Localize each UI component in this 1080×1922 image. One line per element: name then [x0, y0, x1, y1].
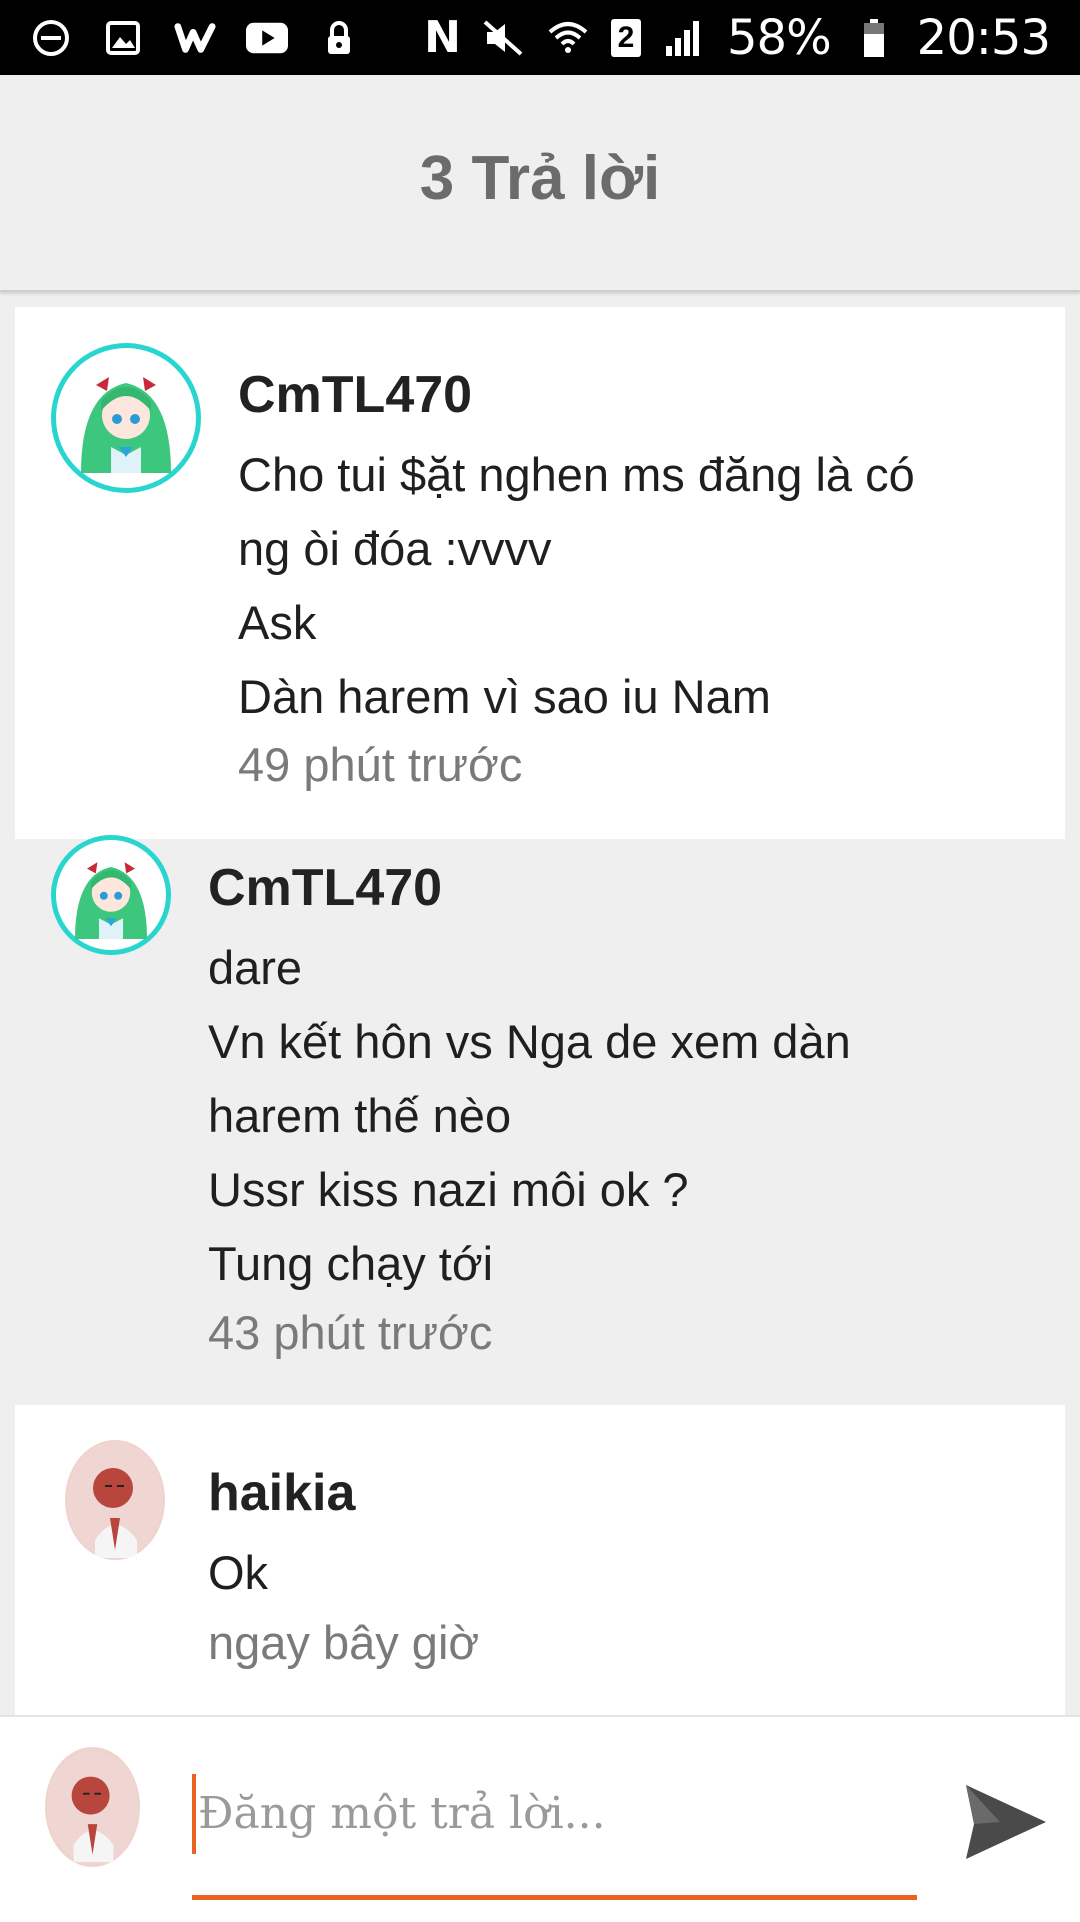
reply-composer	[0, 1715, 1080, 1922]
wifi-icon	[547, 17, 589, 59]
gallery-icon	[102, 17, 144, 59]
send-button[interactable]	[960, 1777, 1050, 1867]
comment-timestamp: 43 phút trước	[208, 1306, 493, 1359]
wattpad-icon	[174, 17, 216, 59]
comment-text-line: harem thế nèo	[208, 1089, 512, 1142]
comment-text-line: Tung chạy tới	[208, 1237, 494, 1290]
comment-text-line: Ask	[238, 596, 317, 649]
comment-text-line: Cho tui $ặt nghen ms đăng là có	[238, 448, 915, 501]
replies-header: 3 Trả lời	[0, 75, 1080, 292]
avatar[interactable]	[51, 835, 171, 955]
avatar[interactable]	[51, 343, 201, 493]
comment-timestamp: ngay bây giờ	[208, 1616, 480, 1669]
comment-text-line: dare	[208, 941, 303, 994]
status-left-icons	[30, 17, 360, 59]
comment-text-line: Vn kết hôn vs Nga de xem dàn	[208, 1015, 851, 1068]
comment-item: CmTL470 dare Vn kết hôn vs Nga de xem dà…	[15, 835, 1065, 1400]
comment-text-line: Dàn harem vì sao iu Nam	[238, 670, 771, 723]
comment-item: haikia Ok ngay bây giờ	[15, 1405, 1065, 1715]
battery-percent: 58%	[726, 9, 832, 66]
comment-author[interactable]: haikia	[208, 1463, 355, 1523]
page-title: 3 Trả lời	[419, 144, 661, 213]
mute-icon	[483, 17, 525, 59]
comment-text-line: Ok	[208, 1546, 269, 1599]
comment-item: CmTL470 Cho tui $ặt nghen ms đăng là có …	[15, 307, 1065, 839]
avatar[interactable]	[65, 1440, 165, 1560]
reply-input[interactable]	[192, 1769, 917, 1857]
current-user-avatar	[45, 1747, 140, 1867]
comment-author[interactable]: CmTL470	[208, 858, 442, 918]
comment-timestamp: 49 phút trước	[238, 738, 523, 791]
comment-text-line: Ussr kiss nazi môi ok ?	[208, 1163, 689, 1216]
clock: 20:53	[916, 9, 1051, 66]
battery-icon	[853, 17, 895, 59]
lock-icon	[318, 17, 360, 59]
input-underline	[192, 1895, 917, 1900]
send-icon	[966, 1785, 1046, 1859]
nfc-icon: N	[424, 12, 461, 63]
youtube-icon	[246, 17, 288, 59]
signal-icon	[663, 17, 705, 59]
do-not-disturb-icon	[30, 17, 72, 59]
status-right-icons: N 2 58% 20:53	[424, 9, 1051, 66]
comment-text-line: ng òi đóa :vvvv	[238, 522, 552, 575]
status-bar: N 2 58% 20:53	[0, 0, 1080, 75]
sim-slot-badge: 2	[610, 18, 641, 57]
comment-author[interactable]: CmTL470	[238, 365, 472, 425]
